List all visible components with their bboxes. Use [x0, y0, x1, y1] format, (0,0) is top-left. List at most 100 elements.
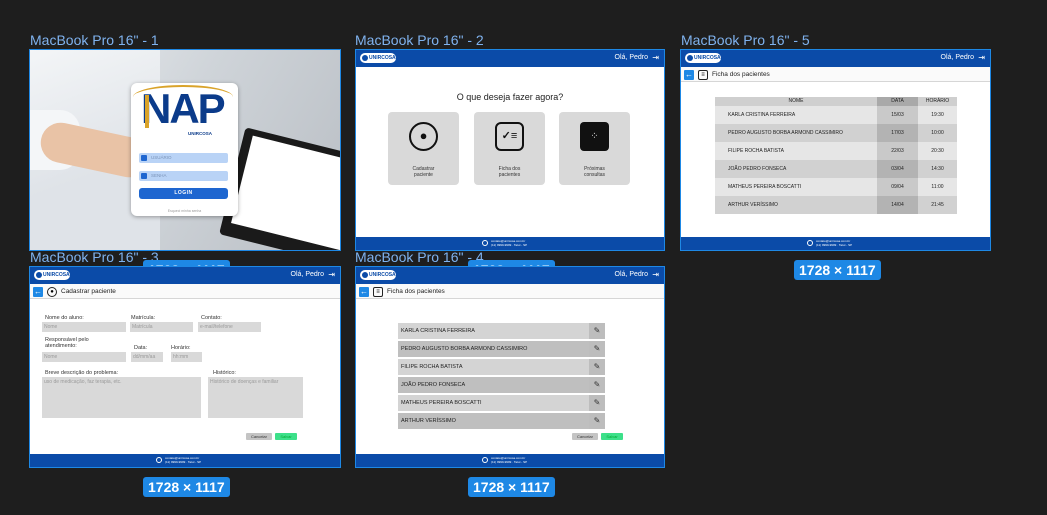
schedule-name-cell: ARTHUR VERÍSSIMO — [715, 196, 877, 214]
edit-icon[interactable]: ✎ — [589, 395, 605, 411]
patient-row[interactable]: MATHEUS PEREIRA BOSCATTI ✎ — [398, 395, 605, 411]
footer: contato@unircosa.com.br (11) 9999-9999 · … — [356, 454, 664, 467]
option-label: Cadastrar paciente — [412, 166, 435, 178]
frame-label-5[interactable]: MacBook Pro 16" - 5 — [681, 32, 810, 48]
patient-row[interactable]: PEDRO AUGUSTO BORBA ARMOND CASSIMIRO ✎ — [398, 341, 605, 357]
schedule-date-cell: 14/04 — [877, 196, 918, 214]
patient-name: MATHEUS PEREIRA BOSCATTI — [401, 400, 482, 406]
schedule-name-cell: JOÃO PEDRO FONSECA — [715, 160, 877, 178]
back-arrow-icon[interactable]: ← — [359, 287, 369, 297]
patient-row[interactable]: KARLA CRISTINA FERREIRA ✎ — [398, 323, 605, 339]
page-title: Ficha dos pacientes — [712, 71, 770, 78]
edit-icon[interactable]: ✎ — [589, 341, 605, 357]
patient-name: ARTHUR VERÍSSIMO — [401, 418, 456, 424]
patient-row[interactable]: FILIPE ROCHA BATISTA ✎ — [398, 359, 605, 375]
col-header-date: DATA — [877, 97, 918, 106]
schedule-time-cell: 21:45 — [918, 196, 957, 214]
footer-text: contato@unircosa.com.br (11) 9999-9999 · … — [491, 456, 528, 464]
footer-logo-icon — [156, 457, 162, 463]
brand-logo[interactable]: UNIRCOSA — [360, 53, 396, 63]
schedule-date-cell: 17/03 — [877, 124, 918, 142]
username-field[interactable]: USUÁRIO — [139, 153, 228, 163]
nap-logo: NAP — [141, 85, 226, 132]
cancel-button[interactable]: Cancelar — [572, 433, 598, 440]
header: UNIRCOSA Olá, Pedro ⇥ — [30, 267, 340, 284]
cancel-button[interactable]: Cancelar — [246, 433, 272, 440]
save-button[interactable]: Salvar — [275, 433, 297, 440]
login-card: NAP UNIRCOSA USUÁRIO SENHA LOGIN Esqueci… — [131, 83, 238, 216]
col-header-name: NOME — [715, 97, 877, 106]
frame-label-3[interactable]: MacBook Pro 16" - 3 — [30, 249, 159, 265]
page-title: Cadastrar paciente — [61, 288, 116, 295]
login-button[interactable]: LOGIN — [139, 188, 228, 199]
frame-records[interactable]: UNIRCOSA Olá, Pedro ⇥ ← ≡ Ficha dos paci… — [355, 266, 665, 468]
schedule-date-cell: 03/04 — [877, 160, 918, 178]
date-input[interactable]: dd/mm/aa — [131, 352, 163, 362]
brand-text: UNIRCOSA — [188, 131, 213, 136]
edit-icon[interactable]: ✎ — [589, 377, 605, 393]
matricula-input[interactable]: Matrícula — [130, 322, 193, 332]
frame-label-4[interactable]: MacBook Pro 16" - 4 — [355, 249, 484, 265]
frame-schedule[interactable]: UNIRCOSA Olá, Pedro ⇥ ← ≡ Ficha dos paci… — [680, 49, 991, 251]
description-textarea[interactable]: uso de medicação, faz terapia, etc. — [42, 377, 201, 418]
responsible-input[interactable]: Nome — [42, 352, 126, 362]
contact-input[interactable]: e-mail/telefone — [198, 322, 261, 332]
greeting: Olá, Pedro — [614, 54, 648, 61]
footer-text: contato@unircosa.com.br (11) 9999-9999 · … — [491, 239, 528, 247]
logout-icon[interactable]: ⇥ — [328, 271, 335, 279]
brand-logo[interactable]: UNIRCOSA — [360, 270, 396, 280]
header: UNIRCOSA Olá, Pedro ⇥ — [356, 50, 664, 67]
time-input[interactable]: hh:mm — [171, 352, 202, 362]
schedule-time-cell: 19:30 — [918, 106, 957, 124]
history-textarea[interactable]: Histórico de doenças e familiar — [208, 377, 303, 418]
logout-icon[interactable]: ⇥ — [978, 54, 985, 62]
option-next-appointments[interactable]: ⁘ Próximas consultas — [559, 112, 630, 185]
header: UNIRCOSA Olá, Pedro ⇥ — [356, 267, 664, 284]
schedule-date-cell: 15/03 — [877, 106, 918, 124]
logout-icon[interactable]: ⇥ — [652, 54, 659, 62]
time-label: Horário: — [171, 345, 191, 351]
frame-label-1[interactable]: MacBook Pro 16" - 1 — [30, 32, 159, 48]
forgot-password-link[interactable]: Esqueci minha senha — [131, 209, 238, 213]
option-register-patient[interactable]: ● Cadastrar paciente — [388, 112, 459, 185]
student-name-label: Nome do aluno: — [45, 315, 84, 321]
date-label: Data: — [134, 345, 148, 351]
back-arrow-icon[interactable]: ← — [684, 70, 694, 80]
footer: contato@unircosa.com.br (11) 9999-9999 · … — [681, 237, 990, 250]
edit-icon[interactable]: ✎ — [589, 323, 605, 339]
patient-row[interactable]: ARTHUR VERÍSSIMO ✎ — [398, 413, 605, 429]
page-question: O que deseja fazer agora? — [456, 92, 564, 102]
sub-header: ← ≡ Ficha dos pacientes — [356, 284, 664, 299]
logo-bar — [145, 95, 149, 128]
frame-register[interactable]: UNIRCOSA Olá, Pedro ⇥ ← ● Cadastrar paci… — [29, 266, 341, 468]
frame-label-2[interactable]: MacBook Pro 16" - 2 — [355, 32, 484, 48]
brand-logo[interactable]: UNIRCOSA — [34, 270, 70, 280]
patient-row[interactable]: JOÃO PEDRO FONSECA ✎ — [398, 377, 605, 393]
frame-login[interactable]: NAP UNIRCOSA USUÁRIO SENHA LOGIN Esqueci… — [29, 49, 341, 251]
lock-icon — [141, 173, 147, 179]
user-circle-icon: ● — [47, 287, 57, 297]
frame-home[interactable]: UNIRCOSA Olá, Pedro ⇥ O que deseja fazer… — [355, 49, 665, 251]
footer-logo-icon — [482, 240, 488, 246]
student-name-input[interactable]: Nome — [42, 322, 126, 332]
back-arrow-icon[interactable]: ← — [33, 287, 43, 297]
header: UNIRCOSA Olá, Pedro ⇥ — [681, 50, 990, 67]
logout-icon[interactable]: ⇥ — [652, 271, 659, 279]
save-button[interactable]: Salvar — [601, 433, 623, 440]
option-patient-records[interactable]: ✓≡ Ficha dos pacientes — [474, 112, 545, 185]
page-title: Ficha dos pacientes — [387, 288, 445, 295]
footer-logo-icon — [482, 457, 488, 463]
schedule-name-cell: KARLA CRISTINA FERREIRA — [715, 106, 877, 124]
edit-icon[interactable]: ✎ — [589, 359, 605, 375]
schedule-time-cell: 20:30 — [918, 142, 957, 160]
col-header-time: HORÁRIO — [918, 97, 957, 106]
schedule-name-cell: FILIPE ROCHA BATISTA — [715, 142, 877, 160]
option-label: Próximas consultas — [583, 166, 606, 178]
schedule-name-cell: MATHEUS PEREIRA BOSCATTI — [715, 178, 877, 196]
schedule-time-cell: 11:00 — [918, 178, 957, 196]
contact-label: Contato: — [201, 315, 222, 321]
brand-logo[interactable]: UNIRCOSA — [685, 53, 721, 63]
password-field[interactable]: SENHA — [139, 171, 228, 181]
username-placeholder: USUÁRIO — [151, 155, 172, 160]
edit-icon[interactable]: ✎ — [589, 413, 605, 429]
